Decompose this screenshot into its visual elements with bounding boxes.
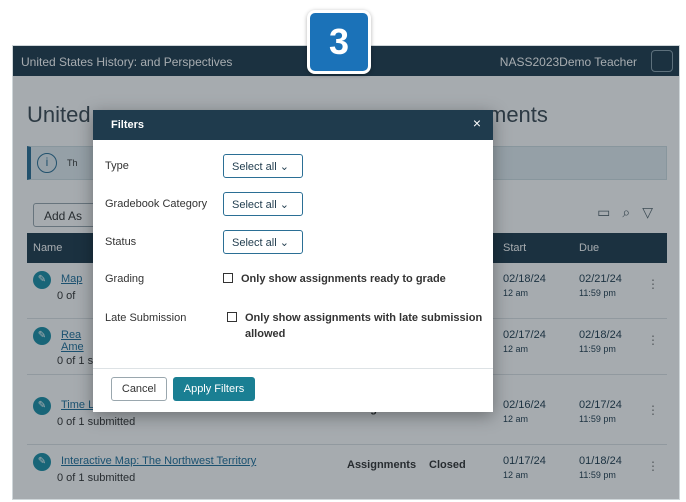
grading-label: Grading <box>105 273 145 285</box>
chevron-down-icon: ⌄ <box>279 199 289 211</box>
status-label: Status <box>105 236 137 248</box>
late-submission-checkbox[interactable]: Only show assignments with late submissi… <box>227 310 482 342</box>
close-icon[interactable]: × <box>473 115 481 131</box>
step-number-badge: 3 <box>307 10 371 74</box>
apply-filters-button[interactable]: Apply Filters <box>173 377 255 401</box>
status-select[interactable]: Select all ⌄ <box>223 230 303 254</box>
gradebook-category-label: Gradebook Category <box>105 198 208 210</box>
chevron-down-icon: ⌄ <box>279 161 289 173</box>
late-submission-label: Late Submission <box>105 312 187 324</box>
grading-checkbox[interactable]: Only show assignments ready to grade <box>223 271 446 287</box>
dialog-header: Filters × <box>93 110 493 140</box>
gradebook-category-select[interactable]: Select all ⌄ <box>223 192 303 216</box>
filters-dialog: Filters × Type Select all ⌄ Gradebook Ca… <box>93 110 493 412</box>
dialog-footer: Cancel Apply Filters <box>93 368 493 412</box>
app-window: United States History: and Perspectives … <box>12 45 680 500</box>
type-label: Type <box>105 160 129 172</box>
type-select[interactable]: Select all ⌄ <box>223 154 303 178</box>
cancel-button[interactable]: Cancel <box>111 377 167 401</box>
chevron-down-icon: ⌄ <box>279 237 289 249</box>
dialog-title: Filters <box>111 119 145 131</box>
